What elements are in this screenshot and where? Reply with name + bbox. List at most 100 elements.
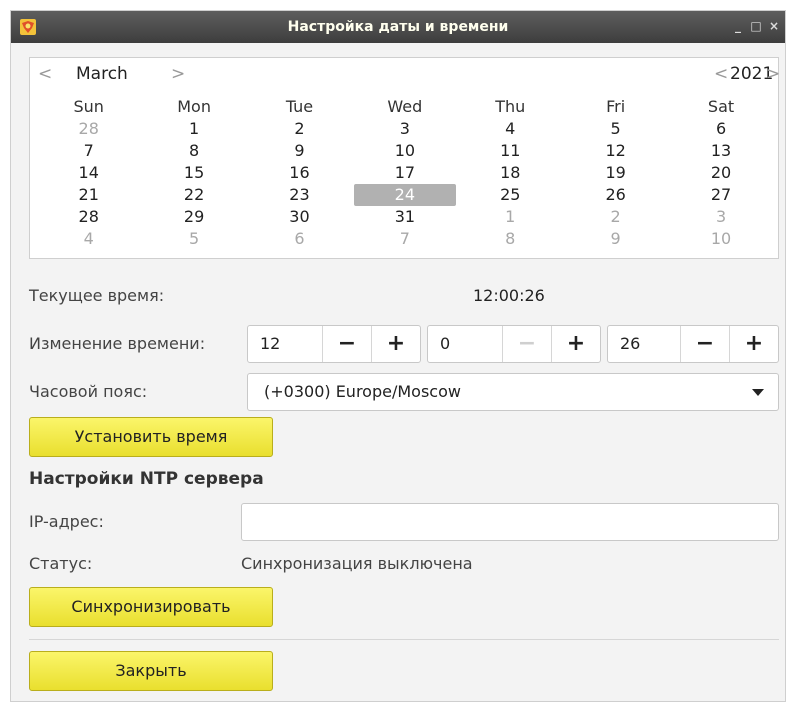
calendar-day[interactable]: 30 [247, 206, 352, 228]
hours-decrement-button[interactable]: − [323, 326, 371, 362]
calendar-day[interactable]: 20 [668, 162, 773, 184]
calendar-day[interactable]: 9 [247, 140, 352, 162]
calendar-day[interactable]: 2 [563, 206, 668, 228]
calendar-day[interactable]: 16 [247, 162, 352, 184]
calendar-day-label: 24 [353, 184, 456, 206]
calendar-day-label: 14 [78, 163, 99, 182]
calendar-day[interactable]: 5 [141, 228, 246, 250]
minutes-increment-button[interactable]: + [551, 326, 600, 362]
calendar-day[interactable]: 25 [458, 184, 563, 206]
prev-year-icon[interactable]: < [714, 63, 728, 85]
close-icon[interactable]: × [767, 19, 781, 33]
calendar-day-label: 5 [188, 229, 200, 248]
datetime-settings-window: Настройка даты и времени _ □ × < March >… [10, 10, 786, 702]
calendar-day[interactable]: 23 [247, 184, 352, 206]
calendar-day[interactable]: 3 [352, 118, 457, 140]
calendar-day[interactable]: 15 [141, 162, 246, 184]
calendar-day[interactable]: 18 [458, 162, 563, 184]
calendar-day-label: 10 [710, 229, 732, 248]
hours-stepper: 12 − + [247, 325, 421, 363]
calendar-day-label: 3 [399, 119, 410, 138]
calendar-day-label: 25 [500, 185, 521, 204]
calendar-day-label: 2 [610, 207, 621, 226]
calendar-week-row: 14 15 16 17 18 19 20 [36, 162, 774, 184]
ntp-section-title: Настройки NTP сервера [29, 469, 264, 489]
calendar-day[interactable]: 26 [563, 184, 668, 206]
minutes-input[interactable]: 0 [428, 326, 503, 362]
chevron-down-icon [752, 389, 764, 396]
weekday-label: Tue [285, 97, 314, 116]
set-time-button[interactable]: Установить время [29, 417, 273, 457]
calendar-day[interactable]: 29 [141, 206, 246, 228]
calendar: < March > < 2021 > Sun Mon Tue Wed Thu F… [29, 57, 780, 259]
calendar-day-label: 9 [610, 229, 621, 248]
calendar-day-label: 13 [710, 141, 732, 160]
calendar-day[interactable]: 1 [458, 206, 563, 228]
minimize-icon[interactable]: _ [731, 19, 745, 33]
calendar-day-label: 7 [399, 229, 410, 248]
calendar-day[interactable]: 9 [563, 228, 668, 250]
ip-address-input[interactable] [241, 503, 779, 541]
calendar-day[interactable]: 31 [352, 206, 457, 228]
calendar-day[interactable]: 11 [458, 140, 563, 162]
close-button[interactable]: Закрыть [29, 651, 273, 691]
calendar-day[interactable]: 28 [36, 206, 141, 228]
calendar-day[interactable]: 28 [36, 118, 141, 140]
seconds-decrement-button[interactable]: − [681, 326, 729, 362]
calendar-day-label: 21 [78, 185, 99, 204]
weekday-header: Sun Mon Tue Wed Thu Fri Sat [36, 96, 774, 118]
timezone-value: (+0300) Europe/Moscow [264, 382, 461, 401]
calendar-day[interactable]: 8 [141, 140, 246, 162]
calendar-day[interactable]: 4 [36, 228, 141, 250]
divider [29, 639, 779, 640]
calendar-day[interactable]: 4 [458, 118, 563, 140]
calendar-day[interactable]: 8 [458, 228, 563, 250]
calendar-day-label: 6 [294, 229, 305, 248]
change-time-label: Изменение времени: [29, 334, 206, 353]
calendar-day[interactable]: 7 [352, 228, 457, 250]
prev-month-icon[interactable]: < [38, 63, 52, 85]
calendar-day[interactable]: 21 [36, 184, 141, 206]
titlebar[interactable]: Настройка даты и времени _ □ × [11, 11, 785, 43]
calendar-day[interactable]: 27 [668, 184, 773, 206]
calendar-day[interactable]: 6 [247, 228, 352, 250]
calendar-day[interactable]: 7 [36, 140, 141, 162]
weekday-label: Wed [387, 97, 423, 116]
hours-increment-button[interactable]: + [371, 326, 420, 362]
calendar-day[interactable]: 5 [563, 118, 668, 140]
calendar-day[interactable]: 1 [141, 118, 246, 140]
calendar-day-label: 2 [294, 119, 305, 138]
calendar-day-label: 4 [83, 229, 94, 248]
month-label[interactable]: March [76, 63, 128, 85]
calendar-week-row: 28 29 30 31 1 2 3 [36, 206, 774, 228]
calendar-day-label: 23 [289, 185, 310, 204]
calendar-day-label: 5 [610, 119, 621, 138]
calendar-day[interactable]: 12 [563, 140, 668, 162]
calendar-day[interactable]: 6 [668, 118, 773, 140]
next-month-icon[interactable]: > [171, 63, 185, 85]
calendar-day-label: 16 [289, 163, 310, 182]
timezone-select[interactable]: (+0300) Europe/Moscow [247, 373, 779, 411]
seconds-increment-button[interactable]: + [729, 326, 778, 362]
calendar-day[interactable]: 13 [668, 140, 773, 162]
calendar-day-selected[interactable]: 24 [352, 184, 457, 206]
next-year-icon[interactable]: > [766, 63, 780, 85]
calendar-day-label: 1 [505, 207, 516, 226]
calendar-day[interactable]: 22 [141, 184, 246, 206]
calendar-day-label: 19 [605, 163, 626, 182]
calendar-day-label: 17 [394, 163, 416, 182]
calendar-day[interactable]: 17 [352, 162, 457, 184]
seconds-input[interactable]: 26 [608, 326, 681, 362]
calendar-day-label: 1 [188, 119, 200, 138]
calendar-day[interactable]: 14 [36, 162, 141, 184]
sync-button[interactable]: Синхронизировать [29, 587, 273, 627]
calendar-day[interactable]: 2 [247, 118, 352, 140]
calendar-day[interactable]: 10 [352, 140, 457, 162]
calendar-day[interactable]: 19 [563, 162, 668, 184]
calendar-day[interactable]: 10 [668, 228, 773, 250]
calendar-day-label: 10 [394, 141, 416, 160]
hours-input[interactable]: 12 [248, 326, 323, 362]
minutes-decrement-button[interactable]: − [503, 326, 551, 362]
calendar-day[interactable]: 3 [668, 206, 773, 228]
maximize-icon[interactable]: □ [749, 19, 763, 33]
